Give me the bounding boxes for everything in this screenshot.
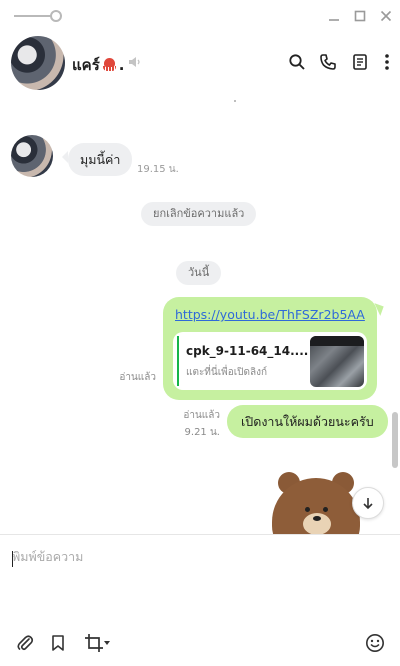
maximize-icon [354, 10, 366, 22]
outgoing-message-time: 9.21 น. [184, 427, 220, 438]
maximize-button[interactable] [350, 6, 370, 26]
minimize-button[interactable] [324, 6, 344, 26]
phone-icon [320, 54, 336, 70]
avatar-photo [11, 135, 53, 177]
attach-button[interactable] [14, 632, 36, 654]
more-icon [385, 54, 389, 70]
chevron-down-icon [104, 641, 110, 645]
screenshot-button[interactable] [80, 632, 114, 654]
emoji-button[interactable] [364, 632, 386, 654]
arrow-down-icon [363, 498, 373, 510]
link-preview-thumbnail [310, 336, 364, 387]
text-caret [12, 551, 13, 567]
read-receipt: อ่านแล้ว [183, 410, 220, 421]
notes-icon [353, 54, 367, 70]
search-button[interactable] [287, 52, 307, 72]
chat-name-suffix: . [118, 56, 125, 74]
chat-header: แคร์ . [0, 32, 400, 94]
speaker-icon[interactable] [127, 54, 143, 70]
chat-name[interactable]: แคร์ . [72, 53, 124, 77]
bookmark-icon [52, 635, 64, 651]
chat-avatar[interactable] [11, 36, 65, 90]
opacity-slider[interactable] [14, 9, 62, 23]
link-preview-title: cpk_9-11-64_14.... [186, 344, 309, 358]
bear-sticker[interactable] [272, 472, 360, 534]
bear-eye [305, 507, 310, 512]
message-input[interactable] [12, 547, 388, 617]
scroll-to-bottom-button[interactable] [352, 487, 384, 519]
emoji-icon [366, 634, 384, 652]
link-preview-subtitle: แตะที่นี่เพื่อเปิดลิงก์ [186, 367, 268, 378]
link-preview-card[interactable]: cpk_9-11-64_14.... แตะที่นี่เพื่อเปิดลิง… [173, 332, 367, 390]
search-icon [289, 54, 305, 70]
incoming-message-time: 19.15 น. [137, 164, 179, 175]
attach-icon [17, 635, 34, 651]
more-button[interactable] [377, 52, 397, 72]
sender-avatar[interactable] [11, 135, 53, 177]
read-receipt: อ่านแล้ว [119, 372, 156, 383]
call-button[interactable] [318, 52, 338, 72]
octopus-emoji-icon [102, 58, 117, 72]
notes-button[interactable] [350, 52, 370, 72]
scrollbar-thumb[interactable] [392, 412, 398, 468]
bear-nose [313, 516, 321, 521]
incoming-message-bubble[interactable]: มุมนี้ค่า [61, 143, 133, 176]
link-message-bubble[interactable]: https://youtu.be/ThFSZr2b5AA cpk_9-11-64… [163, 297, 377, 400]
date-divider: วันนี้ [176, 261, 222, 285]
close-button[interactable] [376, 6, 396, 26]
close-icon [380, 10, 392, 22]
bear-eye [323, 507, 328, 512]
crop-icon [85, 634, 103, 652]
preview-accent-bar [177, 336, 179, 386]
keep-button[interactable] [47, 632, 69, 654]
chat-name-text: แคร์ [72, 56, 100, 74]
message-list[interactable]: มุมนี้ค่า 19.15 น. ยกเลิกข้อความแล้ว วัน… [0, 94, 400, 534]
divider-dot [234, 100, 236, 102]
slider-track [14, 15, 54, 17]
message-composer [0, 534, 400, 666]
minimize-icon [329, 19, 339, 21]
slider-knob[interactable] [50, 10, 62, 22]
avatar-photo [11, 36, 65, 90]
link-url[interactable]: https://youtu.be/ThFSZr2b5AA [175, 307, 365, 322]
outgoing-message-bubble[interactable]: เปิดงานให้ผมด้วยนะครับ [227, 405, 388, 438]
unsent-notice: ยกเลิกข้อความแล้ว [141, 202, 257, 226]
title-bar [0, 0, 400, 32]
